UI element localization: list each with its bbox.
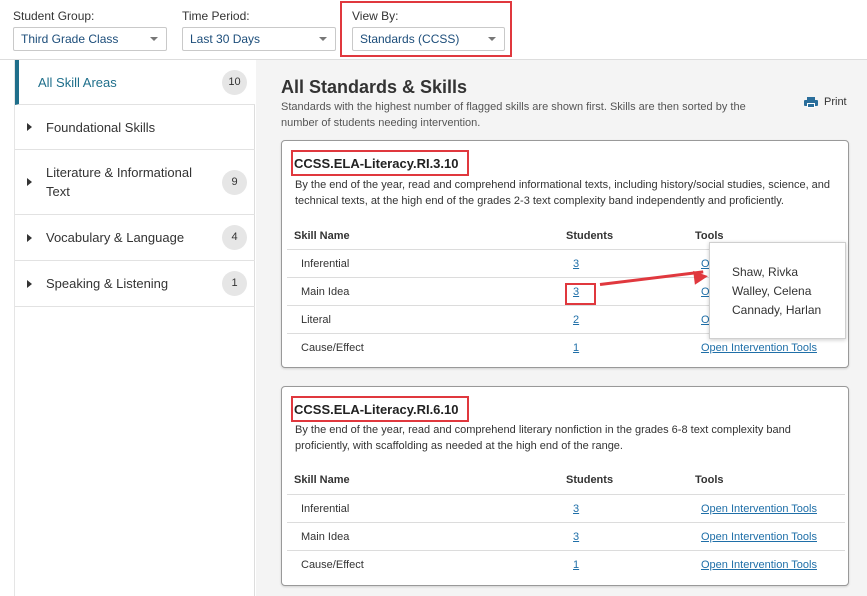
print-label: Print [824, 96, 847, 108]
sidebar-item-speaking-listening[interactable]: Speaking & Listening 1 [15, 261, 255, 307]
intervention-tools-link[interactable]: Open Intervention Tools [701, 531, 817, 543]
sidebar-item-label: Foundational Skills [46, 119, 156, 135]
students-count-link[interactable]: 1 [573, 559, 579, 571]
standard-code: CCSS.ELA-Literacy.RI.6.10 [294, 402, 459, 417]
skill-name: Literal [301, 314, 331, 326]
students-tooltip: Shaw, Rivka Walley, Celena Cannady, Harl… [709, 242, 846, 339]
intervention-tools-link[interactable]: Open Intervention Tools [701, 559, 817, 571]
time-period-select[interactable]: Last 30 Days [182, 27, 336, 51]
standard-code: CCSS.ELA-Literacy.RI.3.10 [294, 156, 459, 171]
students-count-link[interactable]: 3 [573, 531, 579, 543]
sidebar-item-label: Vocabulary & Language [46, 230, 185, 245]
student-group-filter: Student Group: Third Grade Class [13, 9, 167, 51]
student-name: Shaw, Rivka [732, 265, 799, 279]
view-by-highlight-box [340, 1, 512, 57]
student-group-select[interactable]: Third Grade Class [13, 27, 167, 51]
page-title: All Standards & Skills [281, 77, 468, 97]
time-period-label: Time Period: [182, 9, 250, 23]
column-header-skill: Skill Name [294, 230, 350, 242]
skill-name: Cause/Effect [301, 342, 364, 354]
time-period-value: Last 30 Days [190, 32, 261, 46]
table-row: Main Idea 3 Open Intervention Tools [287, 522, 845, 550]
skill-name: Inferential [301, 258, 350, 270]
sidebar-item-label: Speaking & Listening [46, 276, 169, 291]
chevron-down-icon [150, 37, 158, 41]
time-period-filter: Time Period: Last 30 Days [182, 9, 336, 51]
sidebar-item-literature-informational-text[interactable]: Literature & Informational Text 9 [15, 150, 255, 215]
student-group-label: Student Group: [13, 9, 95, 23]
standard-card: CCSS.ELA-Literacy.RI.6.10 By the end of … [281, 386, 849, 586]
skill-name: Main Idea [301, 286, 350, 298]
students-cell-highlight-box [565, 283, 596, 305]
count-badge: 10 [222, 69, 247, 95]
intervention-tools-link[interactable]: Open Intervention Tools [701, 342, 817, 354]
students-count-link[interactable]: 1 [573, 342, 579, 354]
students-count-link[interactable]: 2 [573, 314, 579, 326]
column-header-tools: Tools [695, 474, 724, 486]
page-description: Standards with the highest number of fla… [281, 101, 746, 129]
printer-icon [804, 96, 818, 108]
table-row: Inferential 3 Open Intervention Tools [287, 494, 845, 522]
column-header-students: Students [566, 230, 614, 242]
arrow-right-icon [693, 269, 709, 285]
caret-right-icon [27, 123, 32, 131]
sidebar-item-vocabulary-language[interactable]: Vocabulary & Language 4 [15, 215, 255, 261]
skill-name: Main Idea [301, 531, 350, 543]
sidebar-item-all-skill-areas[interactable]: All Skill Areas 10 [15, 60, 255, 105]
students-count-link[interactable]: 3 [573, 503, 579, 515]
count-badge: 4 [222, 225, 247, 250]
sidebar-item-label: Literature & Informational Text [46, 165, 192, 199]
caret-right-icon [27, 178, 32, 186]
count-badge: 9 [222, 169, 247, 195]
column-header-students: Students [566, 474, 614, 486]
standard-description: By the end of the year, read and compreh… [295, 424, 791, 452]
skill-name: Cause/Effect [301, 559, 364, 571]
skill-name: Inferential [301, 503, 350, 515]
column-header-tools: Tools [695, 230, 724, 242]
student-group-value: Third Grade Class [21, 32, 119, 46]
print-button[interactable]: Print [804, 96, 847, 108]
chevron-down-icon [319, 37, 327, 41]
intervention-tools-link[interactable]: Open Intervention Tools [701, 503, 817, 515]
caret-right-icon [27, 233, 32, 242]
skill-areas-sidebar: All Skill Areas 10 Foundational Skills L… [14, 60, 255, 596]
caret-right-icon [27, 279, 32, 288]
sidebar-item-foundational-skills[interactable]: Foundational Skills [15, 105, 255, 150]
column-header-skill: Skill Name [294, 474, 350, 486]
student-name: Cannady, Harlan [732, 303, 822, 317]
filter-bar: Student Group: Third Grade Class Time Pe… [0, 0, 867, 60]
count-badge: 1 [222, 271, 247, 296]
standard-description: By the end of the year, read and compreh… [295, 179, 831, 207]
student-name: Walley, Celena [732, 284, 812, 298]
sidebar-item-label: All Skill Areas [38, 74, 117, 90]
students-count-link[interactable]: 3 [573, 258, 579, 270]
table-row: Cause/Effect 1 Open Intervention Tools [287, 550, 845, 578]
